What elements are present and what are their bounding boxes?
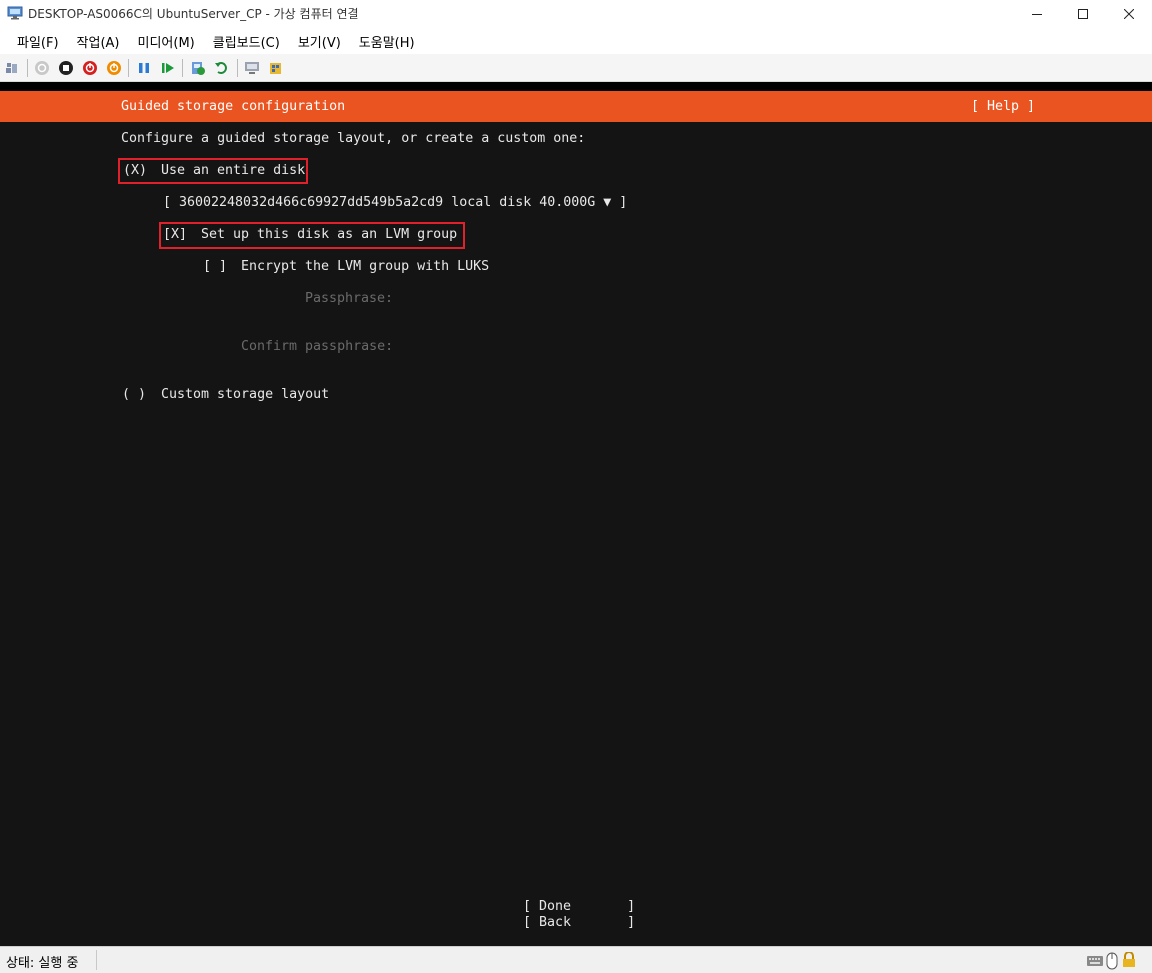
help-button[interactable]: [ Help ] — [971, 99, 1035, 115]
lvm-label[interactable]: Set up this disk as an LVM group — [201, 227, 457, 243]
share-icon — [270, 63, 281, 74]
status-text: 상태: 실행 중 — [6, 956, 79, 971]
menu-action[interactable]: 작업(A) — [68, 32, 129, 51]
checkpoint-button[interactable] — [189, 59, 207, 77]
confirm-passphrase-label: Confirm passphrase: — [241, 339, 394, 354]
lock-icon — [1123, 952, 1135, 967]
start-icon — [35, 61, 49, 75]
resume-button[interactable] — [159, 59, 177, 77]
pause-icon — [139, 63, 149, 73]
lvm-checkbox[interactable]: [X] — [163, 227, 187, 243]
custom-layout-label[interactable]: Custom storage layout — [161, 387, 329, 403]
encrypt-checkbox[interactable]: [ ] — [203, 259, 227, 275]
close-button[interactable] — [1106, 0, 1152, 28]
installer-title: Guided storage configuration — [121, 99, 346, 114]
back-button[interactable]: [ Back ] — [523, 915, 635, 931]
menu-bar: 파일(F) 작업(A) 미디어(M) 클립보드(C) 보기(V) 도움말(H) — [0, 28, 1152, 54]
done-button[interactable]: [ Done ] — [523, 899, 635, 915]
shutdown-icon — [83, 61, 97, 75]
passphrase-label: Passphrase: — [305, 291, 394, 306]
turn-off-icon — [59, 61, 73, 75]
vm-screen[interactable]: Guided storage configuration [ Help ] Co… — [0, 82, 1152, 946]
menu-view[interactable]: 보기(V) — [289, 32, 350, 51]
turn-off-button[interactable] — [57, 59, 75, 77]
start-button[interactable] — [33, 59, 51, 77]
share-button[interactable] — [267, 59, 285, 77]
encrypt-label[interactable]: Encrypt the LVM group with LUKS — [241, 259, 489, 275]
status-bar: 상태: 실행 중 — [0, 946, 1152, 973]
close-icon — [1124, 9, 1134, 19]
pause-button[interactable] — [135, 59, 153, 77]
minimize-icon — [1032, 14, 1042, 15]
keyboard-icon — [1087, 956, 1103, 966]
minimize-button[interactable] — [1014, 0, 1060, 28]
maximize-button[interactable] — [1060, 0, 1106, 28]
save-state-button[interactable] — [105, 59, 123, 77]
save-state-icon — [107, 61, 121, 75]
ctrl-alt-del-button[interactable] — [4, 59, 22, 77]
toolbar — [0, 54, 1152, 82]
revert-button[interactable] — [213, 59, 231, 77]
ctrl-alt-del-icon — [6, 63, 17, 73]
menu-clipboard[interactable]: 클립보드(C) — [204, 32, 289, 51]
enhanced-session-icon — [245, 62, 259, 74]
checkpoint-icon — [192, 62, 205, 75]
revert-icon — [215, 62, 227, 74]
custom-layout-radio[interactable]: ( ) — [122, 387, 146, 403]
disk-select[interactable]: [ 36002248032d466c69927dd549b5a2cd9 loca… — [163, 195, 627, 211]
enhanced-session-button[interactable] — [243, 59, 261, 77]
window-titlebar: DESKTOP-AS0066C의 UbuntuServer_CP - 가상 컴퓨… — [0, 0, 1152, 28]
entire-disk-label[interactable]: Use an entire disk — [161, 163, 305, 179]
menu-file[interactable]: 파일(F) — [8, 32, 68, 51]
shutdown-button[interactable] — [81, 59, 99, 77]
resume-icon — [162, 63, 174, 73]
vm-connection-icon — [7, 6, 23, 20]
window-title: DESKTOP-AS0066C의 UbuntuServer_CP - 가상 컴퓨… — [28, 7, 359, 21]
maximize-icon — [1078, 9, 1088, 19]
menu-media[interactable]: 미디어(M) — [129, 32, 204, 51]
mouse-icon — [1106, 952, 1118, 970]
entire-disk-radio[interactable]: (X) — [123, 163, 147, 179]
menu-help[interactable]: 도움말(H) — [350, 32, 424, 51]
intro-text: Configure a guided storage layout, or cr… — [121, 131, 586, 146]
